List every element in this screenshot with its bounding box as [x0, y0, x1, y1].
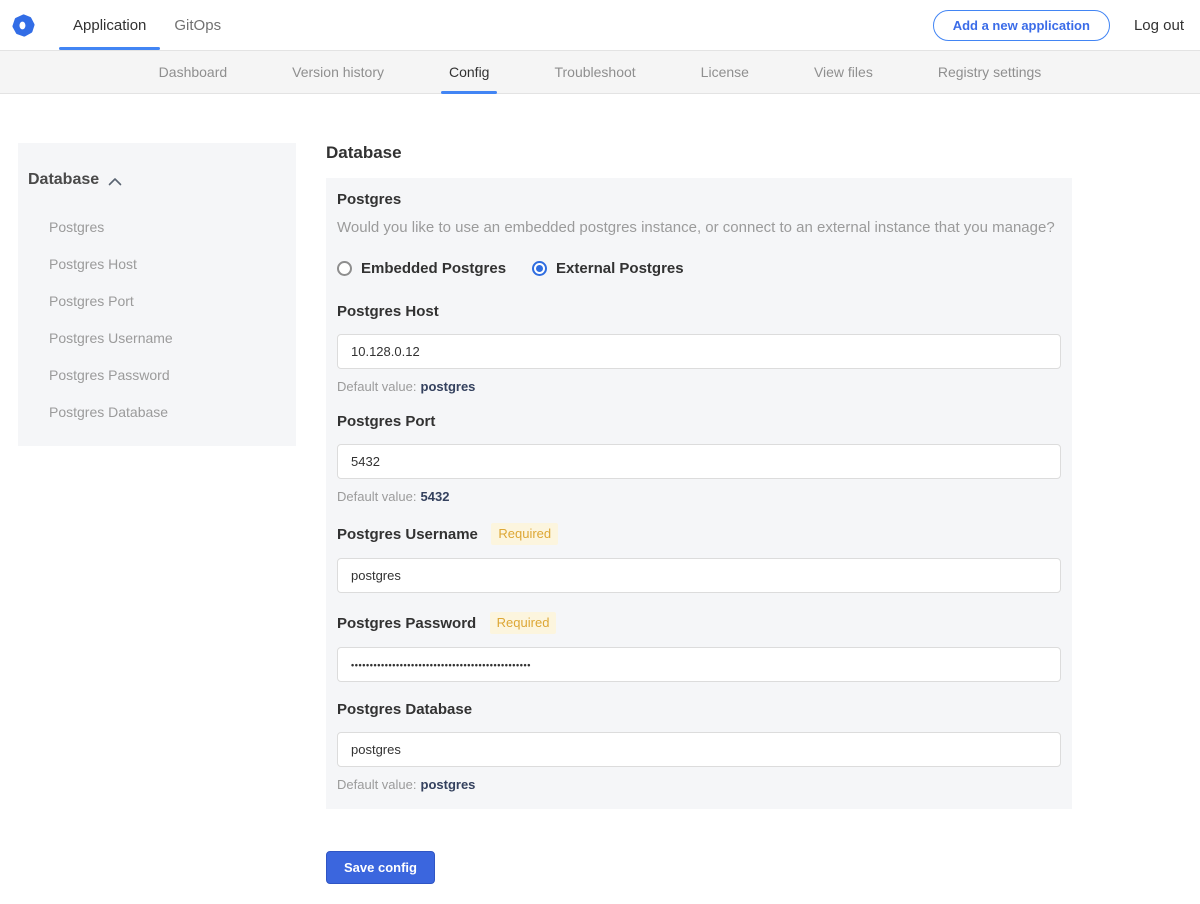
sidebar-group-database[interactable]: Database: [26, 162, 286, 198]
required-badge: Required: [491, 523, 559, 545]
postgres-database-input[interactable]: [337, 732, 1061, 767]
sidebar-item-postgres-host[interactable]: Postgres Host: [49, 256, 286, 272]
sidebar-item-postgres-password[interactable]: Postgres Password: [49, 367, 286, 383]
tab-gitops-label: GitOps: [174, 16, 222, 34]
app-logo-icon[interactable]: [12, 13, 35, 37]
header-actions: Add a new application Log out: [932, 0, 1184, 50]
field-label: Postgres Database: [337, 701, 473, 718]
page-title: Database: [326, 143, 402, 162]
chevron-up-icon: [108, 177, 122, 185]
field-label: Postgres Host: [337, 303, 439, 320]
top-nav: Application GitOps: [59, 0, 235, 50]
field-label: Postgres: [337, 191, 402, 208]
field-label: Postgres Port: [337, 413, 436, 430]
save-config-button[interactable]: Save config: [326, 851, 435, 884]
postgres-type-radio-group: Embedded Postgres External Postgres: [337, 260, 1061, 277]
field-label: Postgres Password: [337, 615, 477, 632]
sidebar-item-postgres-database[interactable]: Postgres Database: [49, 404, 286, 420]
app-subnav: Dashboard Version history Config Trouble…: [0, 50, 1200, 94]
radio-unchecked-icon: [337, 261, 352, 276]
config-page: Database Postgres Postgres Host Postgres…: [0, 94, 1200, 904]
postgres-username-input[interactable]: [337, 558, 1061, 593]
subnav-tab-view-files[interactable]: View files: [812, 51, 875, 93]
subnav-tab-version-history[interactable]: Version history: [290, 51, 386, 93]
field-postgres-username: Postgres Username Required: [337, 523, 1061, 593]
database-config-panel: Postgres Would you like to use an embedd…: [326, 178, 1072, 809]
app-header: Application GitOps Add a new application…: [0, 0, 1200, 50]
radio-label: Embedded Postgres: [361, 260, 507, 277]
field-postgres-type: Postgres Would you like to use an embedd…: [337, 191, 1061, 277]
field-label: Postgres Username: [337, 526, 478, 543]
tab-gitops[interactable]: GitOps: [160, 0, 235, 50]
field-postgres-password: Postgres Password Required: [337, 612, 1061, 682]
sidebar-item-postgres[interactable]: Postgres: [49, 219, 286, 235]
subnav-tab-license[interactable]: License: [699, 51, 751, 93]
field-postgres-port: Postgres Port Default value:5432: [337, 413, 1061, 504]
add-application-button[interactable]: Add a new application: [932, 9, 1110, 41]
postgres-password-input[interactable]: [337, 647, 1061, 682]
default-value-line: Default value: 5432: [337, 489, 450, 504]
field-postgres-host: Postgres Host Default value:postgres: [337, 303, 1061, 394]
default-value-line: Default value: postgres: [337, 777, 476, 792]
default-value-line: Default value: postgres: [337, 379, 476, 394]
config-main: Database Postgres Would you like to use …: [326, 143, 1072, 884]
tab-application-label: Application: [73, 16, 147, 34]
sidebar-item-list: Postgres Postgres Host Postgres Port Pos…: [26, 219, 286, 420]
sidebar-group-label: Database: [28, 171, 100, 188]
required-badge: Required: [489, 612, 557, 634]
radio-checked-icon: [532, 261, 548, 276]
sidebar-item-postgres-port[interactable]: Postgres Port: [49, 293, 286, 309]
subnav-tab-dashboard[interactable]: Dashboard: [157, 51, 230, 93]
sidebar-item-postgres-username[interactable]: Postgres Username: [49, 330, 286, 346]
field-postgres-database: Postgres Database Default value:postgres: [337, 701, 1061, 792]
subnav-tab-config[interactable]: Config: [440, 51, 499, 94]
logout-link[interactable]: Log out: [1134, 17, 1184, 34]
radio-label: External Postgres: [556, 260, 684, 277]
config-sidebar: Database Postgres Postgres Host Postgres…: [18, 143, 296, 446]
subnav-tab-troubleshoot[interactable]: Troubleshoot: [552, 51, 637, 93]
radio-external-postgres[interactable]: External Postgres: [532, 260, 684, 277]
tab-application[interactable]: Application: [59, 0, 161, 50]
radio-embedded-postgres[interactable]: Embedded Postgres: [337, 260, 506, 277]
field-help-text: Would you like to use an embedded postgr…: [337, 219, 1055, 236]
subnav-tab-registry-settings[interactable]: Registry settings: [936, 51, 1043, 93]
postgres-host-input[interactable]: [337, 334, 1061, 369]
postgres-port-input[interactable]: [337, 444, 1061, 479]
